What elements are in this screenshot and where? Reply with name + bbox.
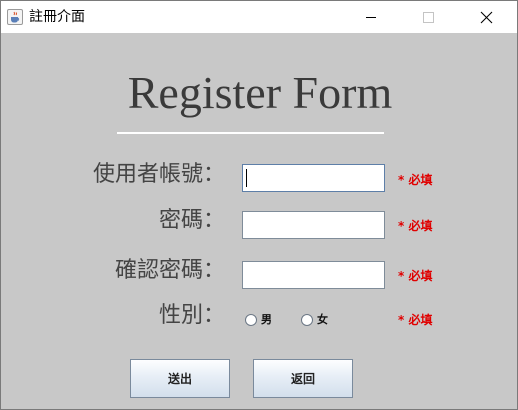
window-title: 註冊介面 xyxy=(29,9,85,25)
title-bar[interactable]: 註冊介面 xyxy=(1,1,517,33)
title-divider xyxy=(117,132,384,134)
radio-button-icon[interactable] xyxy=(245,314,257,326)
username-input[interactable] xyxy=(242,164,385,192)
back-button[interactable]: 返回 xyxy=(253,359,353,398)
gender-option-male: 男 xyxy=(261,313,272,326)
minimize-button[interactable] xyxy=(348,1,394,33)
close-button[interactable] xyxy=(462,1,508,33)
password-input[interactable] xyxy=(242,211,385,239)
radio-button-icon[interactable] xyxy=(301,314,313,326)
text-caret xyxy=(246,169,247,187)
close-icon xyxy=(480,11,493,24)
gender-option-female: 女 xyxy=(317,313,328,326)
password-required-mark: * 必填 xyxy=(398,219,433,233)
username-required-mark: * 必填 xyxy=(398,173,433,187)
confirm-password-required-mark: * 必填 xyxy=(398,269,433,283)
gender-radio-male[interactable]: 男 xyxy=(245,312,272,328)
confirm-password-label: 確認密碼： xyxy=(114,258,225,283)
gender-label: 性別： xyxy=(158,303,225,328)
form-panel: Register Form 使用者帳號： * 必填 密碼： * 必填 確認密碼：… xyxy=(1,33,517,409)
confirm-password-input[interactable] xyxy=(242,261,385,289)
submit-button[interactable]: 送出 xyxy=(130,359,230,398)
register-window: 註冊介面 Register Form 使用者帳號： * 必填 密碼： * 必填 xyxy=(0,0,518,410)
maximize-icon xyxy=(423,12,434,23)
password-label: 密碼： xyxy=(158,208,225,233)
username-label: 使用者帳號： xyxy=(92,162,225,187)
maximize-button[interactable] xyxy=(405,1,451,33)
gender-radio-female[interactable]: 女 xyxy=(301,312,328,328)
gender-required-mark: * 必填 xyxy=(398,313,433,327)
java-cup-icon xyxy=(7,9,23,25)
form-title: Register Form xyxy=(127,67,393,118)
minimize-icon xyxy=(366,17,376,18)
